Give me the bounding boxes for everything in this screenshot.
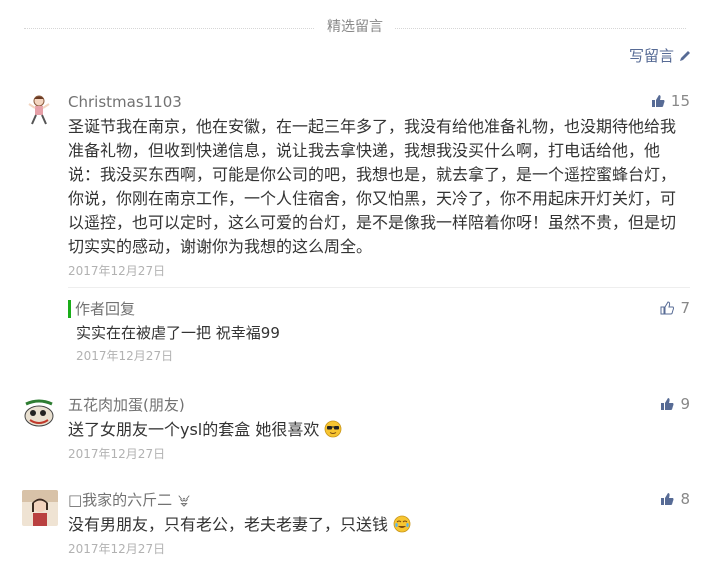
avatar[interactable] (22, 490, 58, 526)
comment-author[interactable]: Christmas1103 (68, 92, 690, 112)
section-header: 精选留言 (24, 16, 686, 38)
write-comment-label: 写留言 (628, 47, 674, 65)
reply-divider (68, 287, 690, 288)
sunglasses-emoji-icon (325, 420, 342, 438)
avatar[interactable] (22, 396, 56, 430)
comment-item: 五花肉加蛋(朋友) 送了女朋友一个ysl的套盒 她很喜欢 2017年12月27日… (22, 395, 690, 465)
bikini-emoji-icon (178, 495, 190, 507)
reply-time: 2017年12月27日 (76, 349, 174, 363)
write-comment-button[interactable]: 写留言 (629, 45, 692, 66)
comment-text: 送了女朋友一个ysl的套盒 她很喜欢 (68, 420, 320, 439)
like-button[interactable]: 15 (651, 92, 690, 110)
thumb-up-icon (661, 398, 674, 410)
comment-author: □我家的六斤二 (68, 490, 690, 510)
crying-laughing-emoji-icon (393, 515, 411, 533)
like-button[interactable]: 8 (660, 490, 690, 508)
like-count: 15 (670, 92, 690, 110)
reply-label: 作者回复 (68, 300, 690, 318)
comment-content: 送了女朋友一个ysl的套盒 她很喜欢 (68, 418, 690, 442)
comment-author[interactable]: 五花肉加蛋(朋友) (68, 395, 690, 415)
pencil-icon (680, 50, 690, 61)
author-reply: 作者回复 实实在在被虐了一把 祝幸福99 2017年12月27日 7 (68, 287, 690, 364)
reply-content: 实实在在被虐了一把 祝幸福99 (76, 324, 280, 342)
comment-content: 没有男朋友，只有老公，老夫老妻了，只送钱 (68, 513, 690, 537)
thumb-up-icon (651, 95, 665, 107)
comment-author-name[interactable]: □我家的六斤二 (68, 491, 172, 509)
thumb-up-outline-icon (660, 301, 675, 315)
thumb-up-icon (661, 493, 674, 505)
like-count: 8 (680, 490, 690, 508)
comment-time: 2017年12月27日 (68, 542, 166, 556)
comment-item: □我家的六斤二 没有男朋友，只有老公，老夫老妻了，只送钱 2017年12月27日 (22, 490, 690, 560)
reply-like-count: 7 (680, 299, 690, 317)
comment-time: 2017年12月27日 (68, 264, 166, 278)
comment-time: 2017年12月27日 (68, 447, 166, 461)
like-button[interactable]: 9 (660, 395, 690, 413)
avatar[interactable] (22, 92, 56, 126)
section-title: 精选留言 (315, 16, 395, 38)
reply-like-button[interactable]: 7 (660, 299, 690, 317)
comment-content: 圣诞节我在南京，他在安徽，在一起三年多了，我没有给他准备礼物，也没期待他给我准备… (68, 117, 677, 256)
comment-text: 没有男朋友，只有老公，老夫老妻了，只送钱 (68, 515, 389, 534)
like-count: 9 (680, 395, 690, 413)
